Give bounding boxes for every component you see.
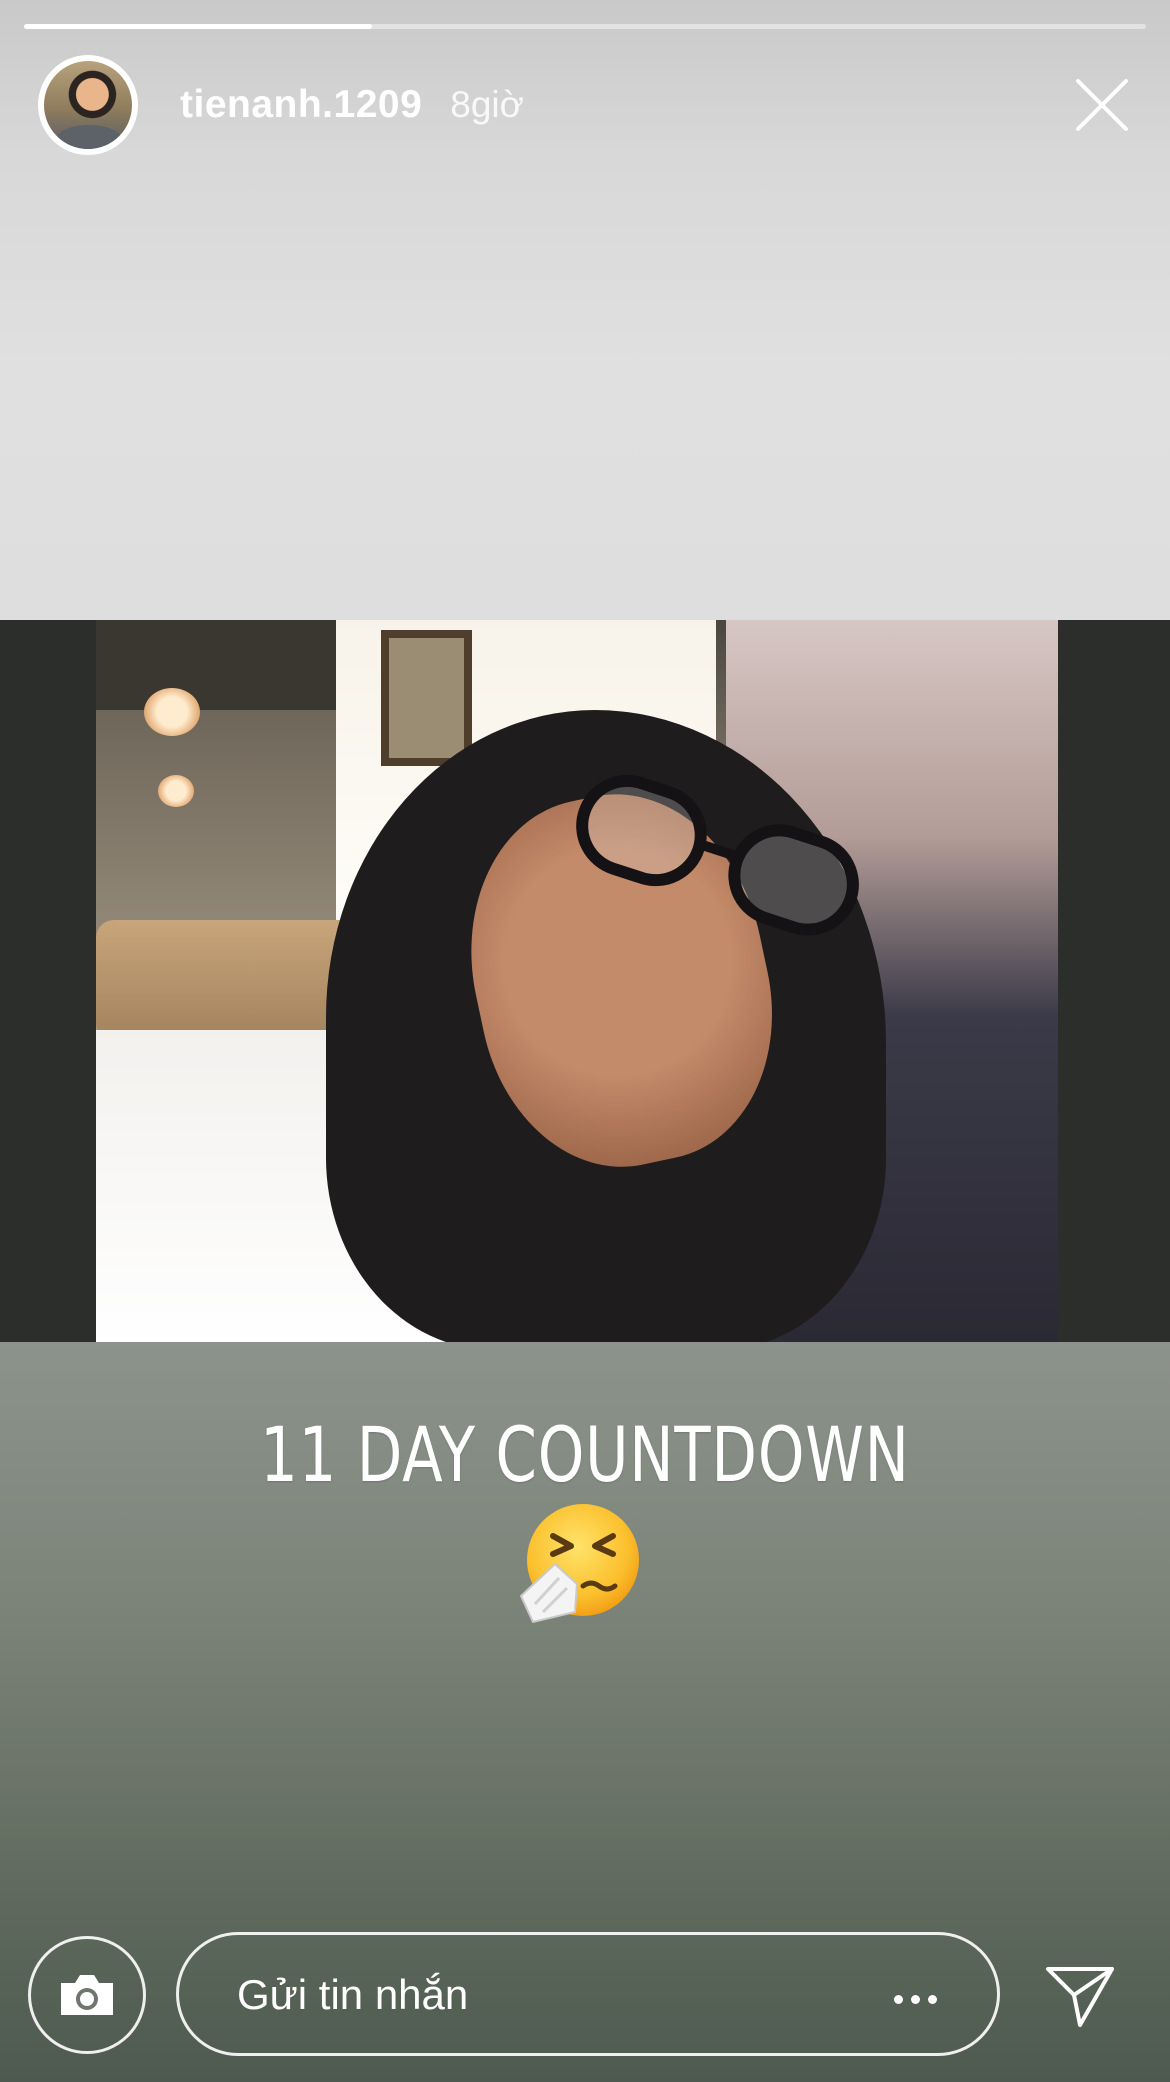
- post-time: 8giờ: [450, 84, 524, 125]
- message-placeholder: Gửi tin nhắn: [237, 1971, 469, 2018]
- camera-button[interactable]: [28, 1936, 146, 2054]
- story-photo: [96, 620, 1058, 1342]
- avatar-photo: [44, 61, 132, 149]
- username[interactable]: tienanh.1209: [180, 83, 422, 127]
- story-progress-fill: [24, 24, 372, 29]
- close-icon[interactable]: [1070, 73, 1134, 137]
- story-header: tienanh.1209 8giờ: [38, 55, 1170, 155]
- avatar[interactable]: [38, 55, 138, 155]
- camera-icon: [61, 1975, 113, 2015]
- sneezing-face-icon: [519, 1504, 639, 1624]
- send-icon[interactable]: [1040, 1955, 1120, 2035]
- message-input[interactable]: Gửi tin nhắn: [176, 1932, 1000, 2056]
- more-options-icon[interactable]: [894, 1995, 937, 2004]
- story-progress-bar: [24, 24, 1146, 29]
- story-caption: 11 DAY COUNTDOWN: [260, 1410, 910, 1499]
